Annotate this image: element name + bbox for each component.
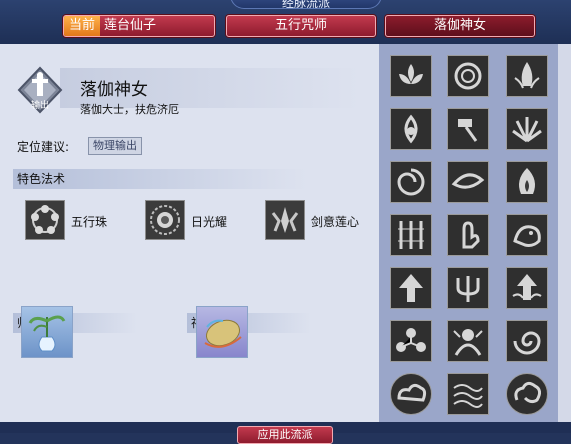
bamboo-icon [398,221,424,249]
skill-slot[interactable] [390,320,432,362]
spiral-icon [454,62,482,90]
goddess-icon [453,329,483,356]
page-title: 经脉流派 [230,0,382,9]
branch-icon [396,328,426,352]
leaf-fan-icon [512,117,542,143]
arrow-up-icon [399,274,423,302]
skill-slot[interactable] [390,108,432,150]
tab-label: 落伽神女 [433,18,486,33]
fire-icon [519,168,535,194]
skill-slot[interactable] [506,320,548,362]
skill-slot[interactable] [390,161,432,203]
skill-slot[interactable] [390,214,432,256]
lotus-bud-icon [404,114,418,144]
jade-vase-icon [28,315,66,352]
spell-label: 日光耀 [191,215,228,229]
class-tagline: 落伽大士，扶危济厄 [80,103,179,116]
emblem-label: 输出 [31,99,49,111]
trident-icon [456,276,480,302]
role-label: 定位建议: [17,140,70,154]
side-panel-edge [558,44,571,422]
artifact-slot[interactable] [196,306,248,358]
tab-label: 五行咒师 [274,18,327,33]
skill-slot[interactable] [447,55,489,97]
beast-icon [513,225,541,247]
class-detail-panel: 输出 落伽神女 落伽大士，扶危济厄 定位建议: 物理输出 特色法术 五行珠 日光… [0,44,379,422]
tab-label: 莲台仙子 [104,18,157,33]
sword-emblem-icon: 输出 [17,66,63,114]
flame-lotus-icon [514,62,540,89]
skill-slot[interactable] [447,108,489,150]
skill-slot[interactable] [506,267,548,309]
sword-lotus-icon [265,200,305,240]
tab-wuxing-zhoushi[interactable]: 五行咒师 [226,15,376,37]
cloud-icon [397,383,427,402]
golden-egg-icon [204,319,242,348]
skill-slot[interactable] [506,108,548,150]
skill-slot[interactable] [447,373,489,415]
spell-label: 剑意莲心 [311,215,360,229]
skill-slot[interactable] [447,320,489,362]
hammer-icon [458,119,478,142]
arrow-lotus-icon [512,274,542,300]
vortex-icon [513,331,541,355]
skill-slot[interactable] [506,55,548,97]
spell-label: 五行珠 [71,215,108,229]
wave-icon [453,384,483,408]
swirl-icon [397,168,425,196]
tab-luojia-shennv[interactable]: 落伽神女 [385,15,535,37]
cloud-curl-icon [514,381,542,404]
skill-slot[interactable] [390,267,432,309]
skill-slot[interactable] [390,55,432,97]
skill-slot[interactable] [506,161,548,203]
five-beads-icon [25,200,65,240]
eye-icon [451,173,485,189]
role-badge: 物理输出 [88,137,142,155]
current-badge: 当前 [64,16,101,36]
skill-slot[interactable] [447,267,489,309]
apply-school-button[interactable]: 应用此流派 [237,426,333,444]
skill-slot[interactable] [447,214,489,256]
tab-liantai-xianzi[interactable]: 当前 莲台仙子 [63,15,215,37]
sun-radiance-icon [145,200,185,240]
treasure-slot[interactable] [21,306,73,358]
lotus-icon [399,64,423,84]
spells-section-title: 特色法术 [13,169,307,189]
skill-slot[interactable] [447,161,489,203]
hand-gesture-icon [462,221,480,249]
skill-slot[interactable] [390,373,432,415]
skill-slot[interactable] [506,373,548,415]
class-name: 落伽神女 [80,80,148,100]
skill-slot[interactable] [506,214,548,256]
